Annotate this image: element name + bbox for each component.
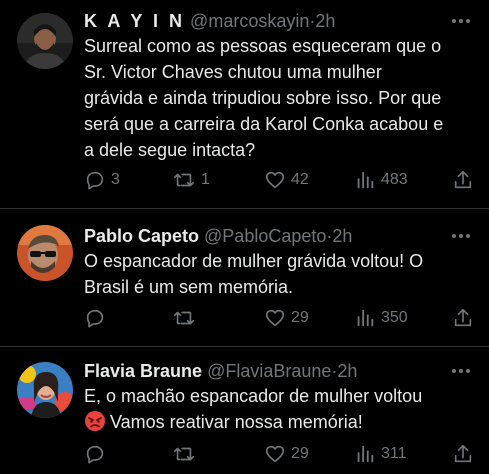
tweet-header: Flavia Braune @FlaviaBraune·2h bbox=[84, 359, 445, 383]
retweet-icon bbox=[174, 173, 194, 187]
like-count: 29 bbox=[291, 445, 309, 462]
reply-count: 3 bbox=[111, 171, 120, 188]
like-button[interactable]: 29 bbox=[264, 442, 309, 466]
views-button[interactable]: 483 bbox=[354, 168, 408, 192]
share-button[interactable] bbox=[452, 306, 474, 330]
reply-button[interactable] bbox=[84, 442, 111, 466]
tweet-kayin[interactable]: K A Y I N @marcoskayin·2h Surreal como a… bbox=[0, 0, 489, 209]
views-icon bbox=[357, 171, 374, 189]
tweet-header: K A Y I N @marcoskayin·2h bbox=[84, 9, 445, 33]
user-handle[interactable]: @FlaviaBraune bbox=[207, 361, 331, 381]
like-count: 29 bbox=[291, 309, 309, 326]
share-icon bbox=[454, 308, 472, 327]
reply-button[interactable] bbox=[84, 306, 111, 330]
share-icon bbox=[454, 444, 472, 463]
share-icon bbox=[454, 170, 472, 189]
tweet-actions: 3 1 42 483 bbox=[84, 168, 479, 192]
like-icon bbox=[265, 171, 285, 189]
views-button[interactable]: 350 bbox=[354, 306, 408, 330]
share-button[interactable] bbox=[452, 442, 474, 466]
timestamp[interactable]: 2h bbox=[337, 361, 357, 381]
tweet-text-line: a dele segue intacta? bbox=[84, 140, 256, 160]
tweet-actions: 29 311 bbox=[84, 442, 479, 466]
tweet-flavia-braune[interactable]: Flavia Braune @FlaviaBraune·2h E, o mach… bbox=[0, 347, 489, 474]
tweet-text-span: Vamos reativar nossa memória! bbox=[110, 412, 363, 432]
tweet-text-line: grávida e ainda tripudiou sobre isso. Po… bbox=[84, 88, 442, 108]
reply-icon bbox=[86, 445, 104, 464]
avatar[interactable] bbox=[17, 225, 73, 281]
like-button[interactable]: 42 bbox=[264, 168, 309, 192]
views-count: 311 bbox=[381, 445, 407, 462]
retweet-count: 1 bbox=[201, 171, 210, 188]
tweet-text-line: Brasil é um sem memória. bbox=[84, 277, 294, 297]
tweet-header: Pablo Capeto @PabloCapeto·2h bbox=[84, 224, 445, 248]
angry-face-emoji bbox=[84, 410, 106, 432]
tweet-pablo-capeto[interactable]: Pablo Capeto @PabloCapeto·2h O espancado… bbox=[0, 209, 489, 346]
display-name[interactable]: Pablo Capeto bbox=[84, 226, 199, 246]
tweet-actions: 29 350 bbox=[84, 306, 479, 330]
reply-icon bbox=[86, 309, 104, 328]
retweet-button[interactable]: 1 bbox=[172, 168, 210, 192]
views-count: 350 bbox=[381, 309, 408, 326]
more-options-icon[interactable] bbox=[451, 361, 471, 381]
timestamp[interactable]: 2h bbox=[332, 226, 352, 246]
tweet-text-line: Sr. Victor Chaves chutou uma mulher bbox=[84, 62, 382, 82]
views-icon bbox=[357, 445, 374, 463]
retweet-icon bbox=[174, 447, 194, 461]
display-name[interactable]: Flavia Braune bbox=[84, 361, 202, 381]
like-count: 42 bbox=[291, 171, 309, 188]
tweet-text-line: E, o machão espancador de mulher voltou bbox=[84, 386, 423, 406]
tweet-text-line: será que a carreira da Karol Conka acabo… bbox=[84, 114, 444, 134]
avatar[interactable] bbox=[17, 13, 73, 69]
like-icon bbox=[265, 309, 285, 327]
tweet-text: O espancador de mulher grávida voltou! O… bbox=[84, 248, 476, 300]
share-button[interactable] bbox=[452, 168, 474, 192]
like-icon bbox=[265, 445, 285, 463]
more-options-icon[interactable] bbox=[451, 11, 471, 31]
tweet-text-line: O espancador de mulher grávida voltou! O bbox=[84, 251, 424, 271]
tweet-text-line: Surreal como as pessoas esqueceram que o bbox=[84, 36, 442, 56]
retweet-icon bbox=[174, 311, 194, 325]
views-icon bbox=[357, 309, 374, 327]
tweet-text-line-2: Vamos reativar nossa memória! bbox=[84, 409, 476, 435]
avatar[interactable] bbox=[17, 362, 73, 418]
user-handle[interactable]: @marcoskayin bbox=[190, 11, 309, 31]
reply-icon bbox=[86, 171, 104, 190]
tweet-text: Surreal como as pessoas esqueceram que o… bbox=[84, 33, 476, 163]
user-handle[interactable]: @PabloCapeto bbox=[204, 226, 326, 246]
retweet-button[interactable] bbox=[172, 306, 201, 330]
views-button[interactable]: 311 bbox=[354, 442, 407, 466]
display-name[interactable]: K A Y I N bbox=[84, 11, 185, 31]
timestamp[interactable]: 2h bbox=[315, 11, 335, 31]
tweet-text: E, o machão espancador de mulher voltou … bbox=[84, 383, 476, 435]
retweet-button[interactable] bbox=[172, 442, 201, 466]
views-count: 483 bbox=[381, 171, 408, 188]
reply-button[interactable]: 3 bbox=[84, 168, 120, 192]
more-options-icon[interactable] bbox=[451, 226, 471, 246]
like-button[interactable]: 29 bbox=[264, 306, 309, 330]
